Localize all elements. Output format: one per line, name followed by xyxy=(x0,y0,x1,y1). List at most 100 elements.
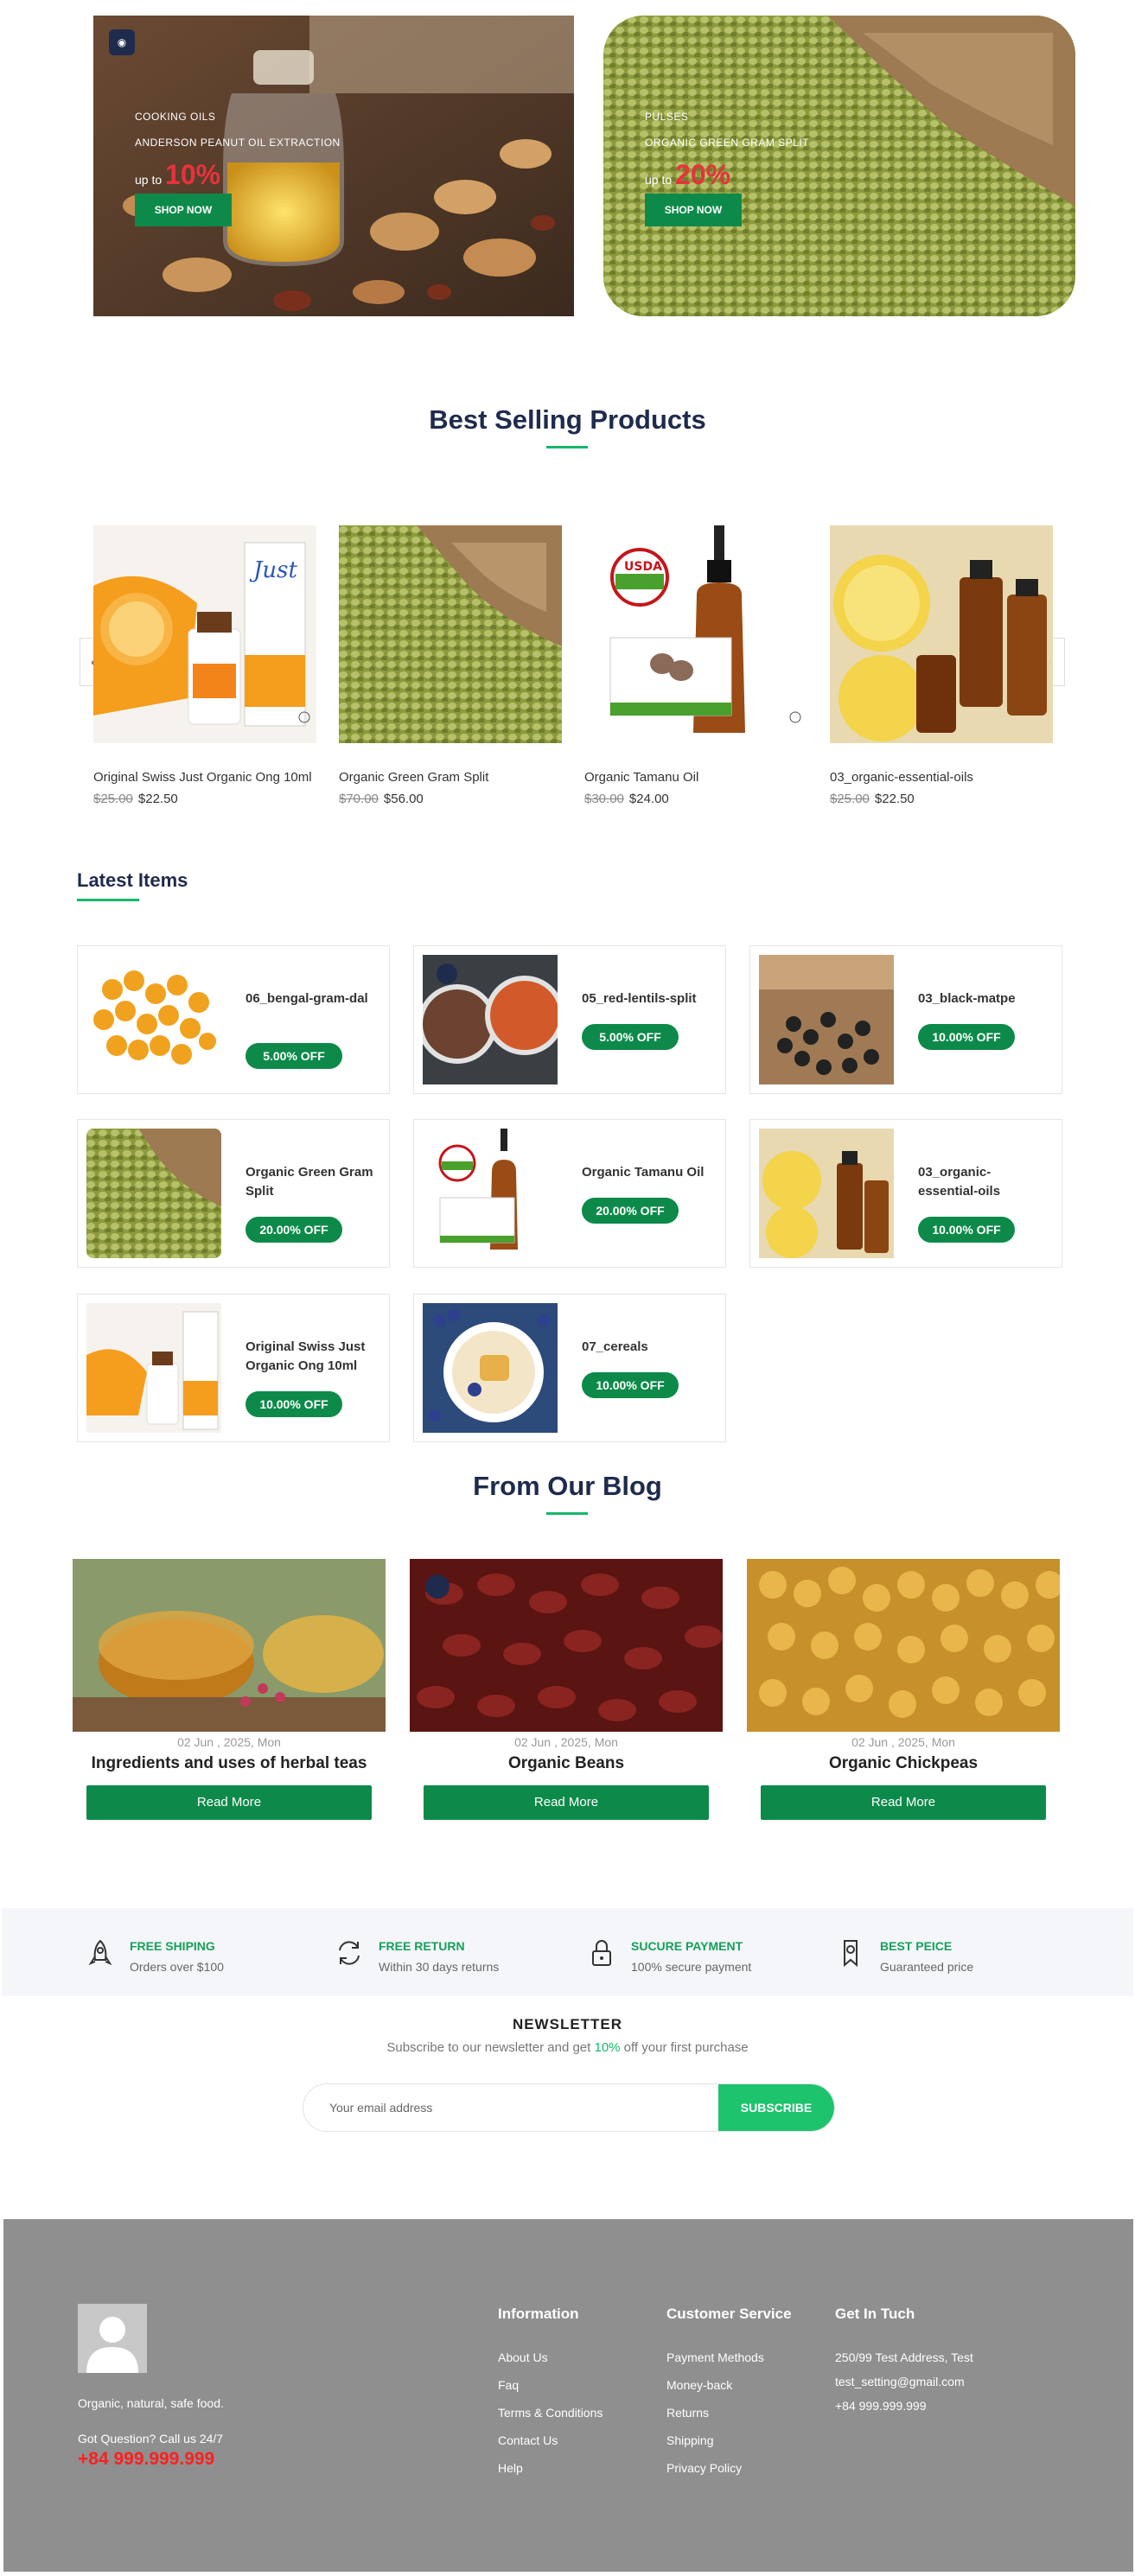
latest-item-card[interactable]: 07_cereals 10.00% OFF xyxy=(413,1294,726,1442)
shop-now-button[interactable]: SHOP NOW xyxy=(135,194,232,226)
newsletter-subtitle: Subscribe to our newsletter and get 10% … xyxy=(386,2040,749,2055)
product-name[interactable]: Organic Green Gram Split xyxy=(339,767,562,788)
best-selling-heading: Best Selling Products xyxy=(429,404,706,435)
blog-image[interactable] xyxy=(73,1559,386,1732)
heading-underline xyxy=(77,899,139,901)
discount-badge: 20.00% OFF xyxy=(582,1198,679,1224)
item-name[interactable]: 05_red-lentils-split xyxy=(582,989,711,1008)
blog-title[interactable]: Organic Beans xyxy=(410,1754,723,1773)
banner-cooking-oils[interactable]: ◉ COOKING OILS ANDERSON PEANUT OIL EXTRA… xyxy=(93,16,574,316)
footer-email[interactable]: test_setting@gmail.com xyxy=(835,2375,965,2388)
discount-badge: 10.00% OFF xyxy=(918,1024,1015,1050)
item-thumbnail[interactable] xyxy=(86,1129,221,1258)
item-thumbnail[interactable] xyxy=(423,955,558,1084)
latest-item-card[interactable]: Original Swiss Just Organic Ong 10ml 10.… xyxy=(77,1294,390,1442)
item-thumbnail[interactable] xyxy=(86,955,221,1084)
footer-link-shipping[interactable]: Shipping xyxy=(666,2433,714,2447)
svg-text:USDA: USDA xyxy=(624,560,662,574)
latest-item-card[interactable]: 03_black-matpe 10.00% OFF xyxy=(749,945,1062,1094)
product-name[interactable]: 03_organic-essential-oils xyxy=(830,767,1053,788)
product-name[interactable]: Original Swiss Just Organic Ong 10ml xyxy=(93,767,316,788)
blog-heading: From Our Blog xyxy=(473,1471,662,1501)
discount-badge: 10.00% OFF xyxy=(582,1372,679,1398)
rocket-icon xyxy=(88,1939,112,1966)
footer-link-about-us[interactable]: About Us xyxy=(498,2350,548,2364)
item-thumbnail[interactable] xyxy=(423,1303,558,1433)
banner-category: COOKING OILS xyxy=(135,111,216,123)
product-image[interactable] xyxy=(339,525,562,743)
discount-badge: 10.00% OFF xyxy=(245,1391,342,1417)
product-card[interactable]: Organic Green Gram Split $70.00 $56.00 xyxy=(339,525,562,806)
features-bar: FREE SHIPING Orders over $100 FREE RETUR… xyxy=(2,1908,1133,1996)
item-name[interactable]: 07_cereals xyxy=(582,1338,711,1357)
shop-now-button[interactable]: SHOP NOW xyxy=(645,194,742,226)
newsletter-heading: NEWSLETTER xyxy=(512,2016,623,2032)
product-card[interactable]: USDA Organic Tamanu Oil $30.00 $24.00 xyxy=(584,525,807,806)
item-name[interactable]: Organic Green Gram Split xyxy=(245,1163,375,1201)
footer-link-faq[interactable]: Faq xyxy=(498,2378,519,2392)
feature-title: FREE RETURN xyxy=(379,1939,465,1953)
discount-badge: 5.00% OFF xyxy=(582,1024,679,1050)
blog-card[interactable]: 02 Jun , 2025, Mon Organic Beans Read Mo… xyxy=(410,1559,723,1822)
blog-title[interactable]: Organic Chickpeas xyxy=(747,1754,1060,1773)
product-image[interactable]: Just xyxy=(93,525,316,743)
avatar xyxy=(78,2304,147,2373)
footer-link-payment-methods[interactable]: Payment Methods xyxy=(666,2350,764,2364)
discount-badge: 5.00% OFF xyxy=(245,1043,342,1069)
footer-link-privacy-policy[interactable]: Privacy Policy xyxy=(666,2461,742,2475)
footer: Organic, natural, safe food. Got Questio… xyxy=(3,2219,1133,2572)
heading-underline xyxy=(546,1512,588,1515)
banner-title: ORGANIC GREEN GRAM SPLIT xyxy=(645,137,810,149)
discount-badge: 20.00% OFF xyxy=(245,1217,342,1243)
item-thumbnail[interactable] xyxy=(86,1303,221,1433)
latest-item-card[interactable]: 05_red-lentils-split 5.00% OFF xyxy=(413,945,726,1094)
refresh-icon xyxy=(339,1941,360,1965)
blog-card[interactable]: 02 Jun , 2025, Mon Organic Chickpeas Rea… xyxy=(747,1559,1060,1822)
footer-link-help[interactable]: Help xyxy=(498,2461,523,2475)
product-card[interactable]: 03_organic-essential-oils $25.00 $22.50 xyxy=(830,525,1053,806)
latest-item-card[interactable]: 06_bengal-gram-dal 5.00% OFF xyxy=(77,945,390,1094)
banner-pulses[interactable]: PULSES ORGANIC GREEN GRAM SPLIT up to 20… xyxy=(603,16,1075,316)
footer-link-returns[interactable]: Returns xyxy=(666,2406,709,2420)
footer-phone[interactable]: +84 999.999.999 xyxy=(78,2449,214,2470)
blog-image[interactable] xyxy=(410,1559,723,1732)
latest-item-card[interactable]: 03_organic-essential-oils 10.00% OFF xyxy=(749,1119,1062,1268)
product-price: $25.00 $22.50 xyxy=(93,792,178,806)
item-name[interactable]: 03_black-matpe xyxy=(918,989,1048,1008)
product-name[interactable]: Organic Tamanu Oil xyxy=(584,767,807,788)
blog-title[interactable]: Ingredients and uses of herbal teas xyxy=(73,1754,386,1773)
latest-item-card[interactable]: Organic Green Gram Split 20.00% OFF xyxy=(77,1119,390,1268)
footer-link-money-back[interactable]: Money-back xyxy=(666,2378,732,2392)
latest-item-card[interactable]: Organic Tamanu Oil 20.00% OFF xyxy=(413,1119,726,1268)
product-image[interactable]: USDA xyxy=(584,525,807,743)
blog-date: 02 Jun , 2025, Mon xyxy=(177,1735,281,1749)
item-name[interactable]: 06_bengal-gram-dal xyxy=(245,989,375,1008)
read-more-button[interactable]: Read More xyxy=(86,1785,372,1820)
item-thumbnail[interactable] xyxy=(759,955,894,1084)
read-more-button[interactable]: Read More xyxy=(424,1785,709,1820)
item-thumbnail[interactable] xyxy=(759,1129,894,1258)
item-name[interactable]: Original Swiss Just Organic Ong 10ml xyxy=(245,1338,375,1376)
heading-underline xyxy=(546,446,588,448)
discount-badge: 10.00% OFF xyxy=(918,1217,1015,1243)
feature-subtitle: 100% secure payment xyxy=(631,1960,752,1974)
item-thumbnail[interactable] xyxy=(423,1129,558,1258)
blog-image[interactable] xyxy=(747,1559,1060,1732)
feature-title: BEST PEICE xyxy=(880,1939,953,1953)
footer-link-terms[interactable]: Terms & Conditions xyxy=(498,2406,603,2420)
product-card[interactable]: Just Original Swiss Just Organic Ong 10m… xyxy=(93,525,316,806)
footer-question: Got Question? Call us 24/7 xyxy=(78,2432,224,2446)
item-name[interactable]: Organic Tamanu Oil xyxy=(582,1163,711,1182)
email-input[interactable] xyxy=(303,2084,718,2131)
footer-link-contact-us[interactable]: Contact Us xyxy=(498,2433,558,2447)
footer-contact-phone[interactable]: +84 999.999.999 xyxy=(835,2399,927,2413)
subscribe-button[interactable]: SUBSCRIBE xyxy=(718,2084,834,2131)
footer-contact-heading: Get In Tuch xyxy=(835,2306,915,2322)
svg-text:Just: Just xyxy=(249,557,298,583)
product-price: $30.00 $24.00 xyxy=(584,792,669,806)
product-image[interactable] xyxy=(830,525,1053,743)
blog-card[interactable]: 02 Jun , 2025, Mon Ingredients and uses … xyxy=(73,1559,386,1822)
item-name[interactable]: 03_organic-essential-oils xyxy=(918,1163,1048,1201)
read-more-button[interactable]: Read More xyxy=(761,1785,1046,1820)
blog-date: 02 Jun , 2025, Mon xyxy=(514,1735,618,1749)
